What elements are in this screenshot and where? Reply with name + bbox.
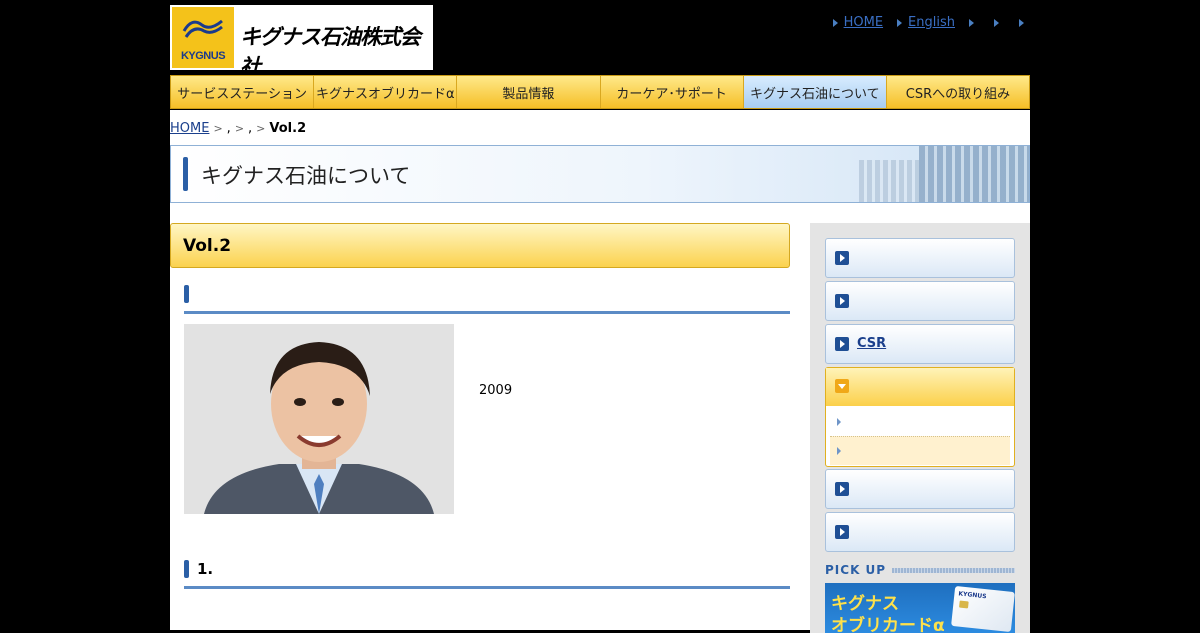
sidebar-item-2[interactable] bbox=[825, 281, 1015, 321]
chevron-right-icon: > bbox=[256, 122, 266, 135]
sidebar-item-5[interactable] bbox=[825, 512, 1015, 552]
util-nav-english[interactable]: English bbox=[897, 15, 955, 30]
heading-accent-bar bbox=[184, 560, 189, 578]
building-image bbox=[859, 160, 919, 202]
card-logo: KYGNUS bbox=[958, 590, 987, 601]
util-nav-home[interactable]: HOME bbox=[832, 15, 883, 30]
home-link[interactable]: HOME bbox=[844, 15, 883, 30]
company-name: キグナス石油株式会社 bbox=[240, 25, 421, 79]
chevron-right-icon: > bbox=[234, 122, 245, 135]
arrow-right-icon bbox=[837, 447, 841, 455]
nav-car-care[interactable]: カーケア･サポート bbox=[600, 76, 744, 108]
arrow-icon bbox=[897, 18, 903, 27]
arrow-right-icon bbox=[837, 418, 841, 426]
swan-icon bbox=[182, 19, 223, 38]
divider bbox=[892, 567, 1015, 573]
section-heading-text: 1. bbox=[197, 560, 214, 578]
section-heading bbox=[184, 283, 790, 314]
section-heading-1: 1. bbox=[184, 558, 790, 589]
page-title: キグナス石油について bbox=[201, 164, 411, 188]
chevron-right-icon: > bbox=[213, 122, 223, 135]
article-title: Vol.2 bbox=[183, 236, 232, 256]
breadcrumb-sep: , bbox=[248, 121, 253, 136]
util-nav-item-4[interactable] bbox=[994, 15, 1005, 30]
building-image bbox=[919, 146, 1029, 202]
util-nav-item-3[interactable] bbox=[969, 15, 980, 30]
breadcrumb: HOME > , > , > Vol.2 bbox=[170, 121, 306, 136]
content-area: HOME > , > , > Vol.2 キグナス石油について Vol.2 20… bbox=[170, 110, 1030, 633]
sidebar-subitem-1[interactable] bbox=[830, 408, 1010, 436]
arrow-right-icon bbox=[835, 525, 849, 539]
company-logo[interactable]: KYGNUS キグナス石油株式会社 bbox=[170, 5, 433, 79]
card-chip-icon bbox=[959, 600, 969, 609]
pickup-banner-obli-card[interactable]: キグナス オブリカードα KYGNUS bbox=[825, 583, 1015, 633]
utility-nav: HOME English bbox=[819, 15, 1030, 30]
sidebar: CSR PICK UP キグナス オブリカードα KYGNUS bbox=[810, 223, 1030, 633]
nav-obli-card[interactable]: キグナスオブリカードα bbox=[314, 76, 458, 108]
arrow-down-icon bbox=[835, 379, 849, 393]
sidebar-item-label: CSR bbox=[857, 336, 887, 351]
arrow-icon bbox=[832, 18, 838, 27]
arrow-right-icon bbox=[835, 482, 849, 496]
breadcrumb-sep: , bbox=[226, 121, 231, 136]
sidebar-item-4[interactable] bbox=[825, 469, 1015, 509]
kygnus-logo-icon: KYGNUS bbox=[172, 7, 234, 68]
breadcrumb-current: Vol.2 bbox=[269, 121, 307, 136]
breadcrumb-home[interactable]: HOME bbox=[170, 121, 209, 136]
intro-text: 2009 bbox=[479, 383, 513, 398]
sidebar-subitem-2[interactable] bbox=[830, 436, 1010, 465]
article-title-box: Vol.2 bbox=[170, 223, 790, 268]
arrow-icon bbox=[994, 18, 999, 27]
portrait-photo bbox=[184, 324, 454, 514]
arrow-icon bbox=[1019, 18, 1024, 27]
arrow-right-icon bbox=[835, 337, 849, 351]
pickup-label: PICK UP bbox=[825, 563, 887, 577]
arrow-icon bbox=[969, 18, 974, 27]
global-nav: サービスステーション キグナスオブリカードα 製品情報 カーケア･サポート キグ… bbox=[170, 75, 1030, 109]
sidebar-item-csr[interactable]: CSR bbox=[825, 324, 1015, 364]
sidebar-group-open bbox=[825, 367, 1015, 467]
banner-accent-bar bbox=[183, 157, 188, 191]
credit-card-image: KYGNUS bbox=[951, 585, 1015, 633]
pickup-heading: PICK UP bbox=[825, 563, 1015, 577]
arrow-right-icon bbox=[835, 294, 849, 308]
nav-service-station[interactable]: サービスステーション bbox=[171, 76, 315, 108]
nav-csr[interactable]: CSRへの取り組み bbox=[886, 76, 1030, 108]
english-link[interactable]: English bbox=[908, 15, 955, 30]
logo-wordmark: KYGNUS bbox=[180, 50, 226, 62]
page-banner: キグナス石油について bbox=[170, 145, 1030, 203]
site-header: KYGNUS キグナス石油株式会社 HOME English bbox=[170, 5, 1030, 79]
heading-accent-bar bbox=[184, 285, 189, 303]
sidebar-item-1[interactable] bbox=[825, 238, 1015, 278]
util-nav-item-5[interactable] bbox=[1019, 15, 1030, 30]
arrow-right-icon bbox=[835, 251, 849, 265]
sidebar-group-header[interactable] bbox=[826, 368, 1014, 406]
nav-products[interactable]: 製品情報 bbox=[457, 76, 601, 108]
nav-about[interactable]: キグナス石油について bbox=[743, 76, 887, 108]
